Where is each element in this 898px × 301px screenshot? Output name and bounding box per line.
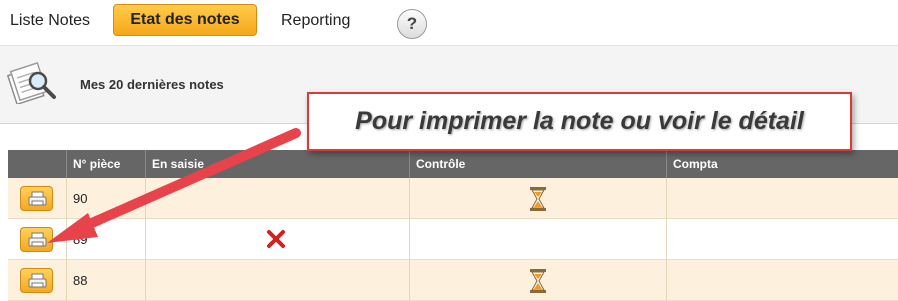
piece-number: 90 bbox=[66, 178, 145, 219]
en-saisie-cell bbox=[145, 219, 409, 260]
printer-icon bbox=[28, 273, 47, 288]
table-row[interactable]: 89 bbox=[8, 219, 898, 260]
tab-liste-notes[interactable]: Liste Notes bbox=[10, 12, 90, 30]
compta-cell bbox=[666, 260, 898, 301]
x-icon bbox=[267, 230, 285, 248]
print-button[interactable] bbox=[20, 186, 53, 211]
controle-cell bbox=[409, 260, 666, 301]
en-saisie-cell bbox=[145, 260, 409, 301]
controle-cell bbox=[409, 219, 666, 260]
table-row[interactable]: 88 bbox=[8, 260, 898, 301]
print-button[interactable] bbox=[20, 227, 53, 252]
table-header: N° pièce En saisie Contrôle Compta bbox=[8, 150, 898, 178]
printer-icon bbox=[28, 232, 47, 247]
help-icon: ? bbox=[406, 14, 418, 33]
magnifier-document-icon bbox=[6, 62, 56, 104]
page-title: Mes 20 dernières notes bbox=[80, 77, 224, 92]
printer-icon bbox=[28, 191, 47, 206]
piece-number: 89 bbox=[66, 219, 145, 260]
print-button[interactable] bbox=[20, 268, 53, 293]
column-header-actions bbox=[8, 150, 66, 178]
help-button[interactable]: ? bbox=[397, 9, 427, 39]
controle-cell bbox=[409, 178, 666, 219]
column-header-en-saisie[interactable]: En saisie bbox=[145, 150, 409, 178]
annotation-callout: Pour imprimer la note ou voir le détail bbox=[307, 92, 852, 151]
column-header-num-piece[interactable]: N° pièce bbox=[66, 150, 145, 178]
compta-cell bbox=[666, 178, 898, 219]
column-header-compta[interactable]: Compta bbox=[666, 150, 898, 178]
compta-cell bbox=[666, 219, 898, 260]
table-row[interactable]: 90 bbox=[8, 178, 898, 219]
hourglass-icon bbox=[530, 187, 546, 211]
piece-number: 88 bbox=[66, 260, 145, 301]
tab-reporting[interactable]: Reporting bbox=[281, 12, 350, 30]
tab-etat-des-notes[interactable]: Etat des notes bbox=[113, 4, 257, 36]
column-header-controle[interactable]: Contrôle bbox=[409, 150, 666, 178]
hourglass-icon bbox=[530, 269, 546, 293]
callout-text: Pour imprimer la note ou voir le détail bbox=[355, 107, 804, 135]
en-saisie-cell bbox=[145, 178, 409, 219]
top-nav: Liste Notes Etat des notes Reporting ? bbox=[0, 0, 898, 46]
